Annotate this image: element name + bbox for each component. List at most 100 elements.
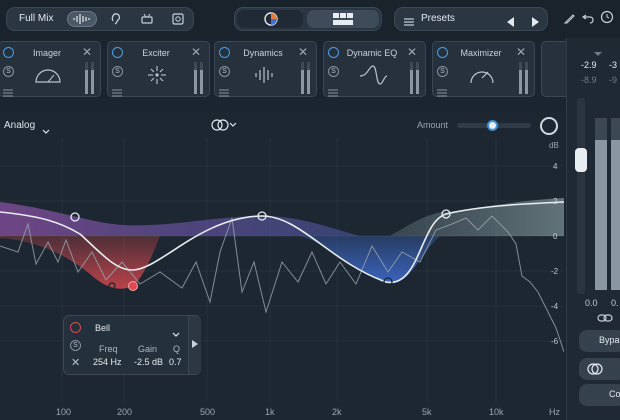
mode-label[interactable]: Analog <box>4 120 35 131</box>
close-icon[interactable]: ✕ <box>82 45 92 59</box>
presets-label: Presets <box>421 13 455 24</box>
bypass-button[interactable]: Bypa <box>579 330 620 352</box>
top-bar: Full Mix Presets <box>0 0 620 38</box>
listen-ear-icon[interactable] <box>109 12 123 26</box>
module-maximizer[interactable]: S Maximizer ✕ <box>432 41 535 97</box>
speaker-icon[interactable] <box>171 12 185 26</box>
db-axis-label: dB <box>549 141 559 150</box>
band-panel-expand[interactable] <box>188 316 201 374</box>
db-scale-label: -6 <box>551 337 559 346</box>
mix-label: Full Mix <box>19 13 54 24</box>
power-icon[interactable] <box>437 47 448 58</box>
band-node-selected[interactable] <box>128 281 138 291</box>
band-power-icon[interactable] <box>70 322 81 333</box>
waveform-icon[interactable] <box>67 11 97 27</box>
band-delete-icon[interactable]: ✕ <box>71 356 80 369</box>
output-meter-panel: -2.9 -3 -8.9 -9 0.0 0. Bypa Co <box>566 38 620 420</box>
module-imager[interactable]: S Imager ✕ <box>0 41 101 97</box>
db-scale-label: -4 <box>551 302 559 311</box>
pencil-icon[interactable] <box>563 11 576 29</box>
freq-value[interactable]: 254 Hz <box>93 357 122 367</box>
module-chain: S Imager ✕ S Exciter ✕ S Dynamics ✕ S Dy… <box>0 38 571 100</box>
stereo-icon <box>587 363 603 375</box>
db-scale-label: 2 <box>553 197 558 206</box>
close-icon[interactable]: ✕ <box>407 45 417 59</box>
out-right-value: 0. <box>611 298 619 308</box>
gain-label: Gain <box>138 344 158 354</box>
freq-tick-label: 500 <box>200 407 216 417</box>
freq-tick-label: 2k <box>332 407 342 417</box>
dynamics-icon <box>247 64 281 86</box>
db-scale-label: 0 <box>553 232 558 241</box>
list-icon[interactable] <box>437 84 447 97</box>
previous-preset-icon[interactable] <box>507 14 515 32</box>
mix-selector[interactable]: Full Mix <box>6 7 194 31</box>
purple-band-fill <box>0 202 360 236</box>
power-icon[interactable] <box>112 47 123 58</box>
presets-bar[interactable]: Presets <box>394 7 548 31</box>
band-solo-icon[interactable]: S <box>70 340 81 351</box>
module-meter <box>519 62 522 94</box>
solo-icon[interactable]: S <box>3 66 14 77</box>
gain-value[interactable]: -2.5 dB <box>134 357 163 367</box>
history-icon[interactable] <box>600 10 614 29</box>
next-preset-icon[interactable] <box>531 14 539 32</box>
freq-tick-label: 10k <box>489 407 504 417</box>
module-view-tab[interactable] <box>307 10 379 28</box>
solo-icon[interactable]: S <box>328 66 339 77</box>
list-icon[interactable] <box>328 84 338 97</box>
db-scale-label: 4 <box>553 162 558 171</box>
solo-icon[interactable]: S <box>112 66 123 77</box>
list-icon[interactable] <box>3 84 13 97</box>
chevron-right-icon <box>192 340 198 348</box>
power-icon[interactable] <box>219 47 230 58</box>
module-dynamics[interactable]: S Dynamics ✕ <box>214 41 317 97</box>
module-name: Maximizer <box>460 48 502 58</box>
list-icon[interactable] <box>219 84 229 97</box>
chevron-down-icon[interactable] <box>172 325 180 343</box>
band-type-select[interactable]: Bell <box>95 323 110 333</box>
module-exciter[interactable]: S Exciter ✕ <box>107 41 210 97</box>
list-icon[interactable] <box>112 84 122 97</box>
close-icon[interactable]: ✕ <box>191 45 201 59</box>
power-icon[interactable] <box>328 47 339 58</box>
assistant-view-tab[interactable] <box>237 10 303 28</box>
q-value[interactable]: 0.7 <box>169 357 182 367</box>
out-left-value: 0.0 <box>585 298 598 308</box>
output-gain-fader[interactable] <box>577 98 585 294</box>
close-icon[interactable]: ✕ <box>298 45 308 59</box>
module-meter <box>301 62 304 94</box>
power-icon[interactable] <box>3 47 14 58</box>
compare-button[interactable]: Co <box>579 384 620 406</box>
stereo-link-icon[interactable] <box>210 118 238 137</box>
menu-icon[interactable] <box>404 14 414 32</box>
db-scale-label: -2 <box>551 267 559 276</box>
eq-display[interactable]: Analog Amount dB 4 2 0 -2 -4 -6 100 200 … <box>0 112 564 420</box>
module-meter <box>307 62 310 94</box>
undo-icon[interactable] <box>581 11 595 29</box>
blue-band-fill <box>300 236 440 284</box>
close-icon[interactable]: ✕ <box>516 45 526 59</box>
module-dynamic-eq[interactable]: S Dynamic EQ ✕ <box>323 41 426 97</box>
maximizer-icon <box>465 64 499 86</box>
exciter-icon <box>140 64 174 86</box>
link-icon[interactable] <box>597 310 613 328</box>
drum-icon[interactable] <box>140 12 154 26</box>
monitor-button[interactable] <box>579 358 620 380</box>
peak-left-value: -2.9 <box>581 60 597 70</box>
solo-icon[interactable]: S <box>219 66 230 77</box>
module-meter <box>91 62 94 94</box>
band-node-handle[interactable] <box>150 282 158 290</box>
amount-label: Amount <box>417 120 449 130</box>
dynamic-eq-icon <box>356 64 390 86</box>
amount-slider-handle[interactable] <box>487 120 499 131</box>
solo-icon[interactable]: S <box>437 66 448 77</box>
rms-left-value: -8.9 <box>581 75 597 85</box>
view-switcher <box>234 7 382 31</box>
reset-knob-icon[interactable] <box>540 117 558 135</box>
output-gain-fader-handle[interactable] <box>575 148 587 172</box>
output-meter-right <box>611 118 620 290</box>
imager-icon <box>31 64 65 86</box>
band-popup: S ✕ Bell Freq Gain Q 254 Hz -2.5 dB 0.7 <box>63 315 201 375</box>
chevron-down-icon[interactable] <box>42 122 50 140</box>
